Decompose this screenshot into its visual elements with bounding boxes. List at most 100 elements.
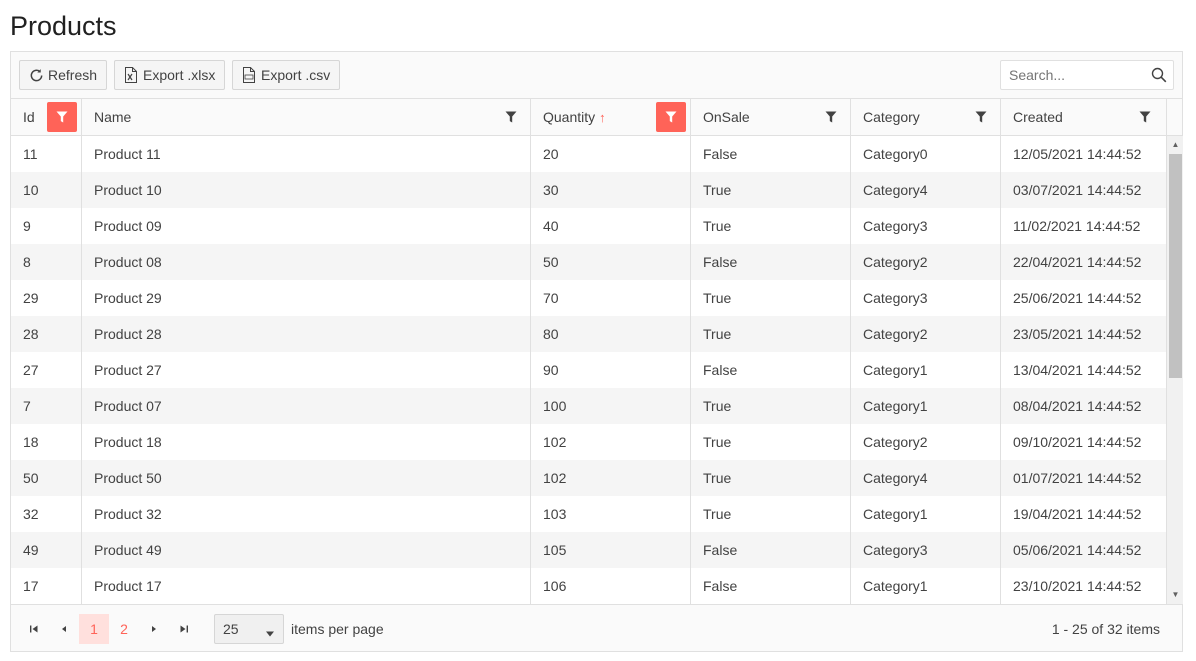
search-icon[interactable] [1151, 67, 1167, 83]
cell-id: 8 [11, 244, 82, 280]
cell-category: Category1 [851, 352, 1001, 388]
table-row[interactable]: 50 Product 50 102 True Category4 01/07/2021 1… [11, 460, 1166, 496]
cell-id: 50 [11, 460, 82, 496]
column-label: Category [863, 109, 920, 125]
column-header-created[interactable]: Created [1001, 99, 1167, 135]
cell-onsale: True [691, 280, 851, 316]
cell-name: Product 08 [82, 244, 531, 280]
cell-onsale: False [691, 352, 851, 388]
cell-created: 05/06/2021 14:44:52 [1013, 542, 1142, 558]
cell-onsale: True [691, 172, 851, 208]
cell-quantity: 102 [531, 424, 691, 460]
cell-category: Category2 [851, 424, 1001, 460]
page-size-select[interactable]: 25 [214, 614, 284, 644]
column-label: OnSale [703, 109, 750, 125]
cell-onsale: False [691, 136, 851, 172]
table-row[interactable]: 17 Product 17 106 False Category1 23/10/2021 … [11, 568, 1166, 604]
cell-quantity: 100 [531, 388, 691, 424]
cell-name: Product 32 [82, 496, 531, 532]
cell-onsale: True [691, 388, 851, 424]
column-label: Quantity [543, 109, 596, 125]
search-input[interactable] [1001, 61, 1151, 89]
search-box [1000, 60, 1174, 90]
cell-name: Product 29 [82, 280, 531, 316]
file-excel-icon [123, 67, 139, 83]
column-header-id[interactable]: Id [11, 99, 82, 135]
cell-created: 23/05/2021 14:44:52 [1013, 326, 1142, 342]
cell-category: Category4 [851, 460, 1001, 496]
filter-icon[interactable] [496, 102, 526, 132]
table-body: 11 Product 11 20 False Category0 12/05/2021 1… [11, 136, 1166, 604]
scrollbar-thumb[interactable] [1169, 154, 1182, 378]
table-row[interactable]: 18 Product 18 102 True Category2 09/10/2021 1… [11, 424, 1166, 460]
column-header-quantity[interactable]: Quantity ↑ [531, 99, 691, 135]
cell-id: 17 [11, 568, 82, 604]
table-row[interactable]: 49 Product 49 105 False Category3 05/06/2021 … [11, 532, 1166, 568]
table-row[interactable]: 7 Product 07 100 True Category1 08/04/2021 14… [11, 388, 1166, 424]
table-row[interactable]: 29 Product 29 70 True Category3 25/06/2021 14… [11, 280, 1166, 316]
cell-category: Category1 [851, 496, 1001, 532]
cell-id: 10 [11, 172, 82, 208]
pager-info: 1 - 25 of 32 items [1051, 621, 1160, 637]
column-header-onsale[interactable]: OnSale [691, 99, 851, 135]
cell-created: 23/10/2021 14:44:52 [1013, 578, 1142, 594]
cell-id: 27 [11, 352, 82, 388]
cell-quantity: 80 [531, 316, 691, 352]
cell-id: 9 [11, 208, 82, 244]
cell-quantity: 102 [531, 460, 691, 496]
page-last-icon[interactable] [169, 614, 199, 644]
table-header: Id Name Quantity ↑ OnSale Category Creat… [11, 99, 1182, 136]
caret-down-icon [265, 625, 275, 641]
cell-quantity: 70 [531, 280, 691, 316]
scroll-down-icon[interactable]: ▼ [1171, 590, 1180, 599]
filter-icon[interactable] [966, 102, 996, 132]
table-row[interactable]: 11 Product 11 20 False Category0 12/05/2021 1… [11, 136, 1166, 172]
items-per-page-label: items per page [291, 621, 384, 637]
column-header-name[interactable]: Name [82, 99, 531, 135]
page-prev-icon[interactable] [49, 614, 79, 644]
filter-icon[interactable] [1130, 102, 1160, 132]
cell-quantity: 40 [531, 208, 691, 244]
cell-quantity: 103 [531, 496, 691, 532]
page-next-icon[interactable] [139, 614, 169, 644]
cell-onsale: False [691, 568, 851, 604]
table-row[interactable]: 32 Product 32 103 True Category1 19/04/2021 1… [11, 496, 1166, 532]
page-first-icon[interactable] [19, 614, 49, 644]
filter-icon[interactable] [47, 102, 77, 132]
cell-created: 25/06/2021 14:44:52 [1013, 290, 1142, 306]
cell-quantity: 90 [531, 352, 691, 388]
table-row[interactable]: 9 Product 09 40 True Category3 11/02/2021 14:… [11, 208, 1166, 244]
table-row[interactable]: 10 Product 10 30 True Category4 03/07/2021 14… [11, 172, 1166, 208]
filter-icon[interactable] [656, 102, 686, 132]
cell-onsale: True [691, 208, 851, 244]
table-row[interactable]: 28 Product 28 80 True Category2 23/05/2021 14… [11, 316, 1166, 352]
page-button-2[interactable]: 2 [109, 614, 139, 644]
column-header-category[interactable]: Category [851, 99, 1001, 135]
column-label: Id [23, 109, 35, 125]
cell-category: Category1 [851, 388, 1001, 424]
cell-name: Product 17 [82, 568, 531, 604]
scroll-up-icon[interactable]: ▲ [1171, 140, 1180, 149]
page-button-1[interactable]: 1 [79, 614, 109, 644]
cell-name: Product 28 [82, 316, 531, 352]
table-row[interactable]: 8 Product 08 50 False Category2 22/04/2021 14… [11, 244, 1166, 280]
table-row[interactable]: 27 Product 27 90 False Category1 13/04/2021 1… [11, 352, 1166, 388]
cell-quantity: 20 [531, 136, 691, 172]
cell-quantity: 105 [531, 532, 691, 568]
cell-onsale: True [691, 424, 851, 460]
filter-icon[interactable] [816, 102, 846, 132]
cell-name: Product 50 [82, 460, 531, 496]
cell-onsale: False [691, 532, 851, 568]
cell-category: Category4 [851, 172, 1001, 208]
cell-id: 7 [11, 388, 82, 424]
vertical-scrollbar[interactable]: ▲ ▼ [1166, 136, 1183, 604]
cell-quantity: 50 [531, 244, 691, 280]
page-size-value: 25 [223, 621, 239, 637]
export-xlsx-button[interactable]: Export .xlsx [114, 60, 226, 90]
refresh-button[interactable]: Refresh [19, 60, 108, 90]
cell-category: Category1 [851, 568, 1001, 604]
export-csv-button[interactable]: Export .csv [232, 60, 341, 90]
column-label: Created [1013, 109, 1063, 125]
cell-category: Category3 [851, 532, 1001, 568]
sort-asc-icon: ↑ [599, 109, 606, 125]
